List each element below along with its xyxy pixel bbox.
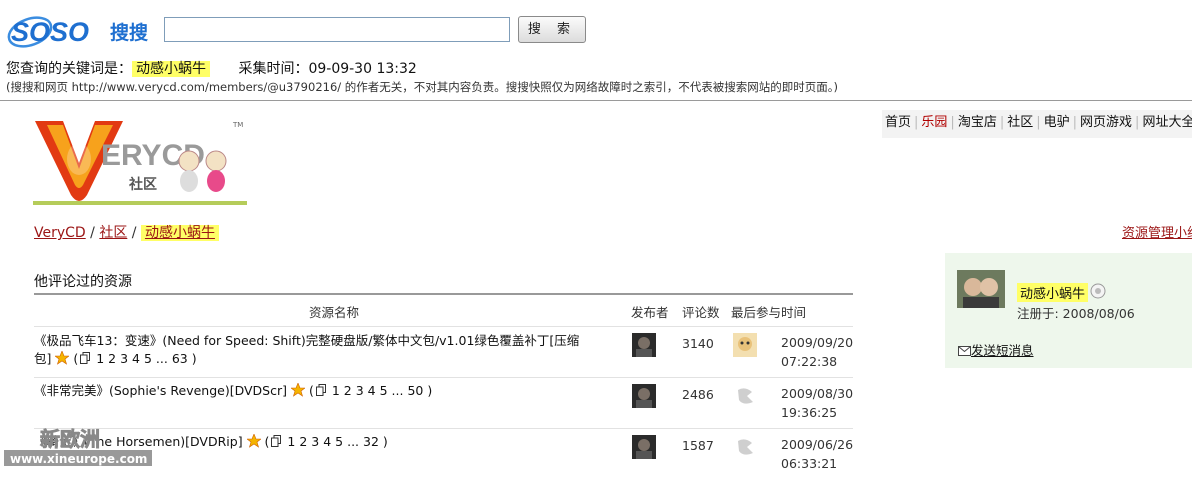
last-date: 2009/08/30 (781, 386, 854, 401)
online-status-icon (1090, 283, 1106, 299)
nav-home[interactable]: 首页 (882, 115, 914, 130)
last-user-avatar[interactable] (733, 435, 757, 459)
site-watermark: 新欧洲 www.xineurope.com (0, 424, 160, 476)
page-link[interactable]: 5 (335, 434, 343, 449)
user-name[interactable]: 动感小蜗牛 (1017, 283, 1089, 302)
last-user-avatar[interactable] (733, 384, 757, 408)
nav-directory[interactable]: 网址大全 (1139, 115, 1192, 130)
resource-link[interactable]: 《非常完美》(Sophie's Revenge)[DVDScr] (34, 383, 287, 398)
resource-link[interactable]: 《极品飞车13：变速》(Need for Speed: Shift)完整硬盘版/… (34, 333, 579, 366)
nav-edonkey[interactable]: 电驴 (1041, 115, 1073, 130)
page-link[interactable]: 1 (332, 383, 340, 398)
page-link[interactable]: 3 (356, 383, 364, 398)
publisher-avatar[interactable] (632, 384, 656, 408)
last-clock: 07:22:38 (781, 354, 838, 369)
page-ellipsis: ... (347, 434, 360, 449)
register-date: 注册于: 2008/08/06 (1017, 306, 1135, 321)
comment-count: 3140 (682, 336, 714, 351)
page-ellipsis: ... (391, 383, 404, 398)
page-link[interactable]: 3 (311, 434, 319, 449)
nav-taobao[interactable]: 淘宝店 (955, 115, 1000, 130)
row-divider (34, 326, 853, 327)
col-header-publisher: 发布者 (631, 305, 669, 320)
page-link[interactable]: 2 (108, 351, 116, 366)
verycd-logo-tm: TM (232, 121, 243, 129)
watermark-url: www.xineurope.com (10, 452, 147, 466)
page-link[interactable]: 50 (407, 383, 423, 398)
user-avatar[interactable] (957, 270, 1005, 308)
comment-count: 1587 (682, 438, 714, 453)
breadcrumb-community[interactable]: 社区 (99, 225, 127, 241)
verycd-logo[interactable]: ERYCD TM 社区 (33, 115, 251, 207)
last-time: 2009/09/20 07:22:38 (781, 333, 853, 371)
top-navigation: 首页 | 乐园 | 淘宝店 | 社区 | 电驴 | 网页游戏 | 网址大全 (882, 110, 1192, 138)
breadcrumb-home[interactable]: VeryCD (34, 225, 86, 241)
section-title: 他评论过的资源 (34, 274, 132, 290)
last-time: 2009/06/26 06:33:21 (781, 435, 853, 473)
last-clock: 19:36:25 (781, 405, 838, 420)
envelope-icon (958, 346, 971, 356)
search-input[interactable] (164, 17, 510, 42)
search-button[interactable]: 搜 索 (518, 16, 586, 43)
last-date: 2009/06/26 (781, 437, 854, 452)
page-link[interactable]: 4 (368, 383, 376, 398)
resource-manager-link[interactable]: 资源管理小组 (1122, 222, 1192, 241)
publisher-avatar[interactable] (632, 333, 656, 357)
page-link[interactable]: 5 (144, 351, 152, 366)
verycd-logo-sub: 社区 (128, 176, 157, 193)
header-divider (0, 100, 1192, 101)
comment-count: 2486 (682, 387, 714, 402)
query-info: 您查询的关键词是： 动感小蜗牛 采集时间：09-09-30 13:32 (6, 58, 417, 78)
send-message-label: 发送短消息 (971, 343, 1034, 358)
award-star-icon (246, 434, 261, 448)
capture-time: 采集时间：09-09-30 13:32 (238, 61, 417, 77)
page-link[interactable]: 5 (380, 383, 388, 398)
nav-webgames[interactable]: 网页游戏 (1077, 115, 1135, 130)
page-ellipsis: ... (155, 351, 168, 366)
last-time: 2009/08/30 19:36:25 (781, 384, 853, 422)
query-prefix: 您查询的关键词是： (6, 61, 132, 77)
page-link[interactable]: 63 (172, 351, 188, 366)
col-header-last: 最后参与时间 (731, 305, 807, 320)
soso-logo[interactable]: SOSO 搜搜 (6, 8, 158, 54)
watermark-cn: 新欧洲 (40, 427, 100, 451)
page-link[interactable]: 4 (323, 434, 331, 449)
last-date: 2009/09/20 (781, 335, 854, 350)
table-header-line (34, 293, 853, 295)
page-link[interactable]: 1 (96, 351, 104, 366)
col-header-comments: 评论数 (682, 305, 720, 320)
nav-community[interactable]: 社区 (1004, 115, 1036, 130)
page-link[interactable]: 2 (344, 383, 352, 398)
page-link[interactable]: 1 (287, 434, 295, 449)
last-user-avatar[interactable] (733, 333, 757, 357)
nav-paradise[interactable]: 乐园 (918, 115, 950, 130)
breadcrumb: VeryCD / 社区 / 动感小蜗牛 (34, 222, 219, 242)
col-header-name: 资源名称 (309, 305, 360, 320)
table-row-title: 《极品飞车13：变速》(Need for Speed: Shift)完整硬盘版/… (34, 333, 580, 366)
page-link[interactable]: 3 (120, 351, 128, 366)
soso-logo-cn: 搜搜 (110, 21, 149, 44)
copy-pages-icon (315, 384, 326, 396)
snapshot-disclaimer: (搜搜和网页 http://www.verycd.com/members/@u3… (6, 80, 839, 94)
last-clock: 06:33:21 (781, 456, 838, 471)
send-message-link[interactable]: 发送短消息 (958, 340, 1034, 359)
page-link[interactable]: 4 (132, 351, 140, 366)
copy-pages-icon (80, 352, 91, 364)
table-row-title: 《非常完美》(Sophie's Revenge)[DVDScr] ( 1 2 3… (34, 383, 433, 398)
publisher-avatar[interactable] (632, 435, 656, 459)
page-link[interactable]: 2 (299, 434, 307, 449)
breadcrumb-sep: / (85, 225, 100, 241)
award-star-icon (55, 351, 70, 365)
page-link[interactable]: 32 (363, 434, 379, 449)
breadcrumb-sep: / (127, 225, 141, 241)
row-divider (34, 377, 853, 378)
breadcrumb-user[interactable]: 动感小蜗牛 (140, 225, 219, 241)
award-star-icon (291, 383, 305, 397)
soso-logo-text: SOSO (11, 17, 89, 47)
query-keyword: 动感小蜗牛 (132, 61, 210, 77)
copy-pages-icon (271, 435, 282, 447)
